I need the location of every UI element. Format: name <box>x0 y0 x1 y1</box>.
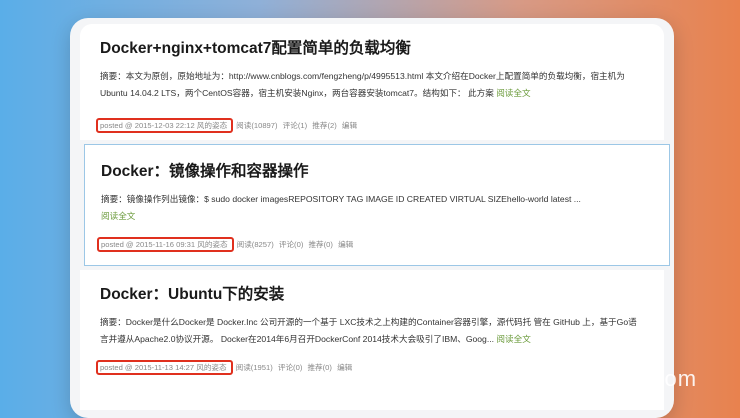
blog-post-list: Docker+nginx+tomcat7配置简单的负载均衡 摘要：本文为原创，原… <box>70 18 674 418</box>
read-more-link[interactable]: 阅读全文 <box>496 334 530 344</box>
post-item: Docker：镜像操作和容器操作 摘要：镜像操作列出镜像：$ sudo dock… <box>84 144 670 266</box>
post-summary-text: 摘要：镜像操作列出镜像：$ sudo docker imagesREPOSITO… <box>101 194 581 204</box>
post-title-link[interactable]: Docker+nginx+tomcat7配置简单的负载均衡 <box>100 36 411 58</box>
post-meta: posted @ 2015-12-03 22:12 风的姿态 阅读(10897) … <box>96 118 357 133</box>
comment-count-link[interactable]: 评论(0) <box>278 363 302 372</box>
post-summary-text: 摘要：本文为原创，原始地址为：http://www.cnblogs.com/fe… <box>100 71 625 98</box>
post-item: Docker+nginx+tomcat7配置简单的负载均衡 摘要：本文为原创，原… <box>80 24 664 140</box>
edit-link[interactable]: 编辑 <box>337 363 352 372</box>
edit-link[interactable]: 编辑 <box>338 240 353 249</box>
read-count: 阅读(1951) <box>235 363 273 372</box>
edit-link[interactable]: 编辑 <box>342 121 357 130</box>
post-summary: 摘要：本文为原创，原始地址为：http://www.cnblogs.com/fe… <box>100 68 644 102</box>
post-meta: posted @ 2015-11-13 14:27 风的姿态 阅读(1951) 评… <box>96 360 352 375</box>
post-summary: 摘要：镜像操作列出镜像：$ sudo docker imagesREPOSITO… <box>101 191 645 225</box>
recommend-count: 推荐(0) <box>307 363 332 372</box>
read-more-link[interactable]: 阅读全文 <box>101 211 135 221</box>
posted-date-author: posted @ 2015-11-13 14:27 风的姿态 <box>96 360 233 375</box>
post-title-link[interactable]: Docker：Ubuntu下的安装 <box>100 282 284 304</box>
read-count: 阅读(8257) <box>236 240 274 249</box>
comment-count-link[interactable]: 评论(0) <box>279 240 303 249</box>
posted-date-author: posted @ 2015-12-03 22:12 风的姿态 <box>96 118 234 133</box>
post-title-link[interactable]: Docker：镜像操作和容器操作 <box>101 159 309 181</box>
posted-date-author: posted @ 2015-11-16 09:31 风的姿态 <box>97 237 234 252</box>
post-summary: 摘要：Docker是什么Docker是 Docker.Inc 公司开源的一个基于… <box>100 314 644 348</box>
recommend-count: 推荐(2) <box>312 121 337 130</box>
post-summary-text: 摘要：Docker是什么Docker是 Docker.Inc 公司开源的一个基于… <box>100 317 637 344</box>
recommend-count: 推荐(0) <box>308 240 333 249</box>
read-count: 阅读(10897) <box>236 121 278 130</box>
read-more-link[interactable]: 阅读全文 <box>496 88 530 98</box>
post-meta: posted @ 2015-11-16 09:31 风的姿态 阅读(8257) 评… <box>97 237 353 252</box>
site-watermark: www.panziye.com <box>506 366 698 391</box>
comment-count-link[interactable]: 评论(1) <box>283 121 307 130</box>
